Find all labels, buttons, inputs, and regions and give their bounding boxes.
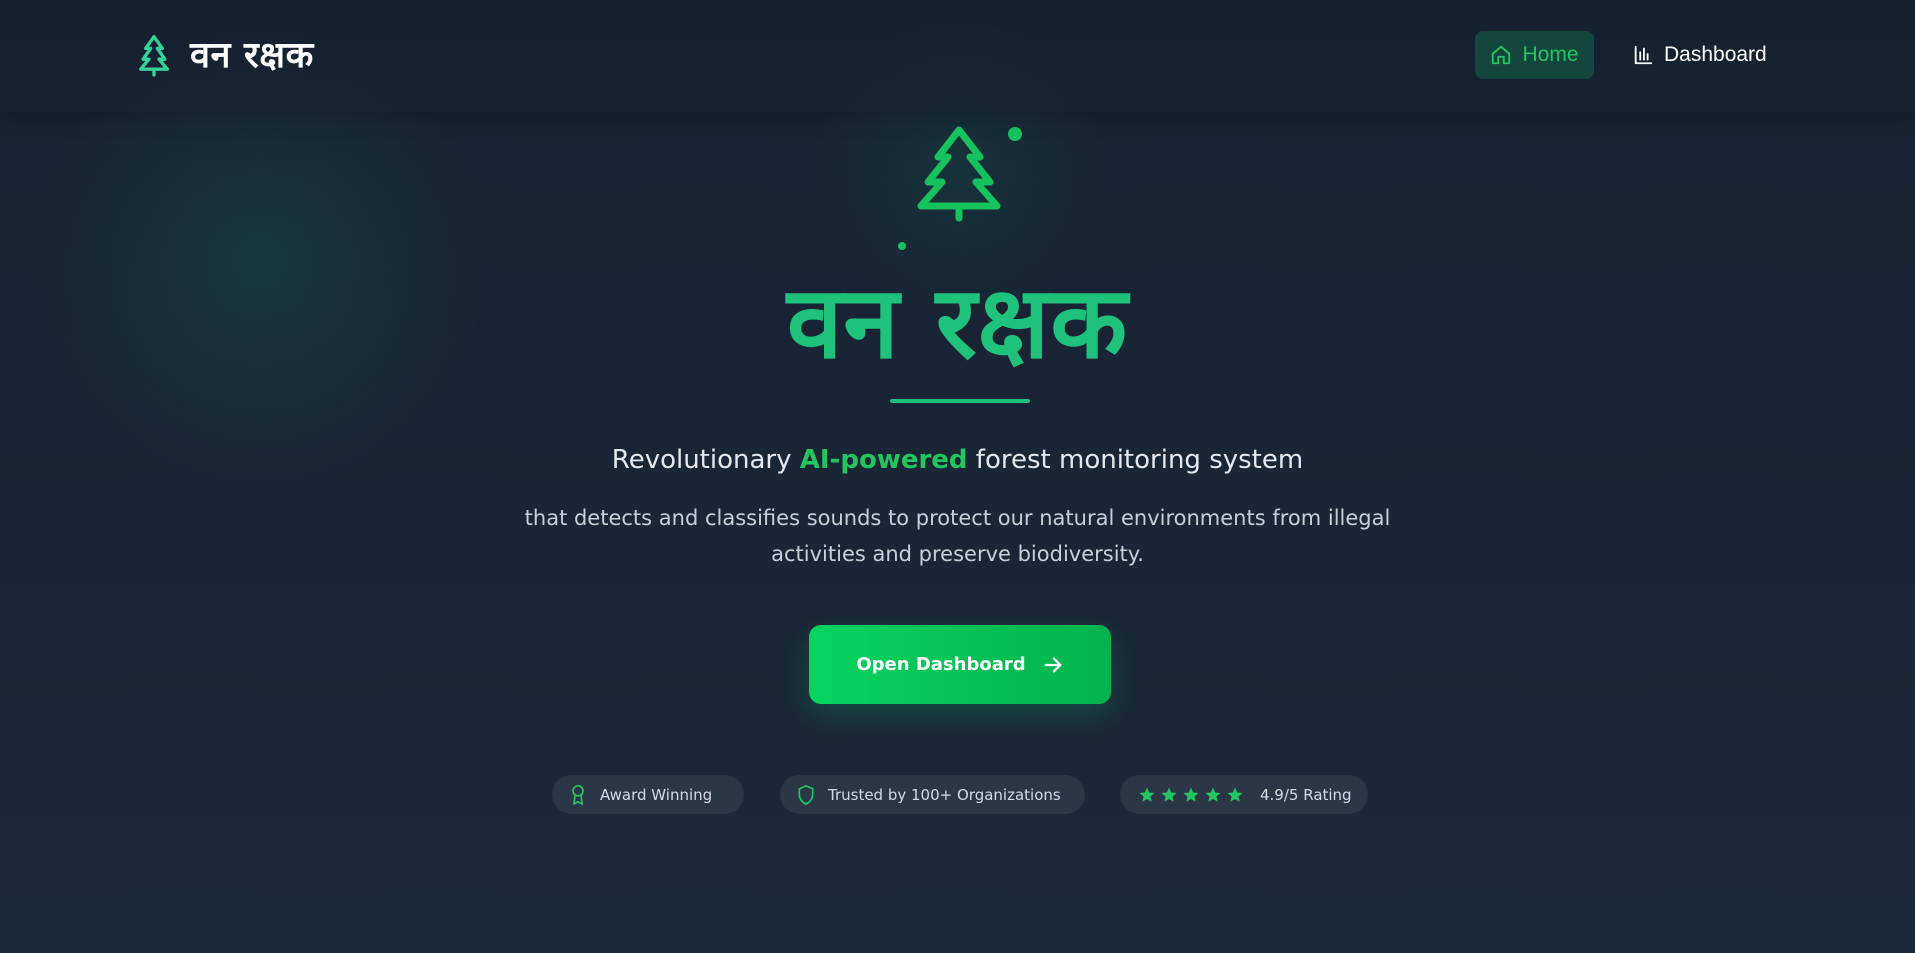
home-icon [1492,45,1511,65]
brand-name: वन रक्षक [190,34,314,76]
star-icon [1161,787,1177,802]
star-icon [1227,787,1243,802]
rating-stars [1138,786,1248,804]
bar-chart-icon [1634,45,1653,65]
top-navbar: वन रक्षक Home Dashboard [0,0,1915,112]
open-dashboard-label: Open Dashboard [856,654,1026,675]
tagline-prefix: Revolutionary [611,445,800,475]
badge-rating: 4.9/5 Rating [1120,775,1368,814]
hero-description: that detects and classifies sounds to pr… [524,506,1391,566]
award-icon [572,784,584,805]
hero-tagline: Revolutionary AI-powered forest monitori… [0,440,1915,480]
tagline-accent: AI-powered [799,445,968,475]
badge-trusted-label: Trusted by 100+ Organizations [828,785,1061,804]
badge-rating-label: 4.9/5 Rating [1260,785,1352,804]
brand-logo[interactable]: वन रक्षक [134,30,314,80]
nav-dashboard-link[interactable]: Dashboard [1632,31,1782,79]
star-icon [1139,787,1155,802]
tagline-suffix: forest monitoring system [967,445,1304,475]
sparkle-dot [898,242,906,250]
star-icon [1183,787,1199,802]
star-icon [1205,787,1221,802]
sparkle-dot [1008,127,1022,141]
open-dashboard-button[interactable]: Open Dashboard [809,625,1111,704]
nav-home-label: Home [1522,43,1579,66]
shield-icon [798,784,814,805]
title-underline [890,399,1030,403]
arrow-right-icon [1044,656,1062,673]
tree-pine-icon [139,35,169,77]
nav-home-link[interactable]: Home [1475,31,1594,79]
nav-dashboard-label: Dashboard [1664,43,1767,66]
badge-award: Award Winning [552,775,744,814]
badge-trusted: Trusted by 100+ Organizations [780,775,1085,814]
hero-title: वन रक्षक [786,263,1129,381]
tree-pine-icon [917,126,1001,222]
badge-award-label: Award Winning [600,785,713,804]
